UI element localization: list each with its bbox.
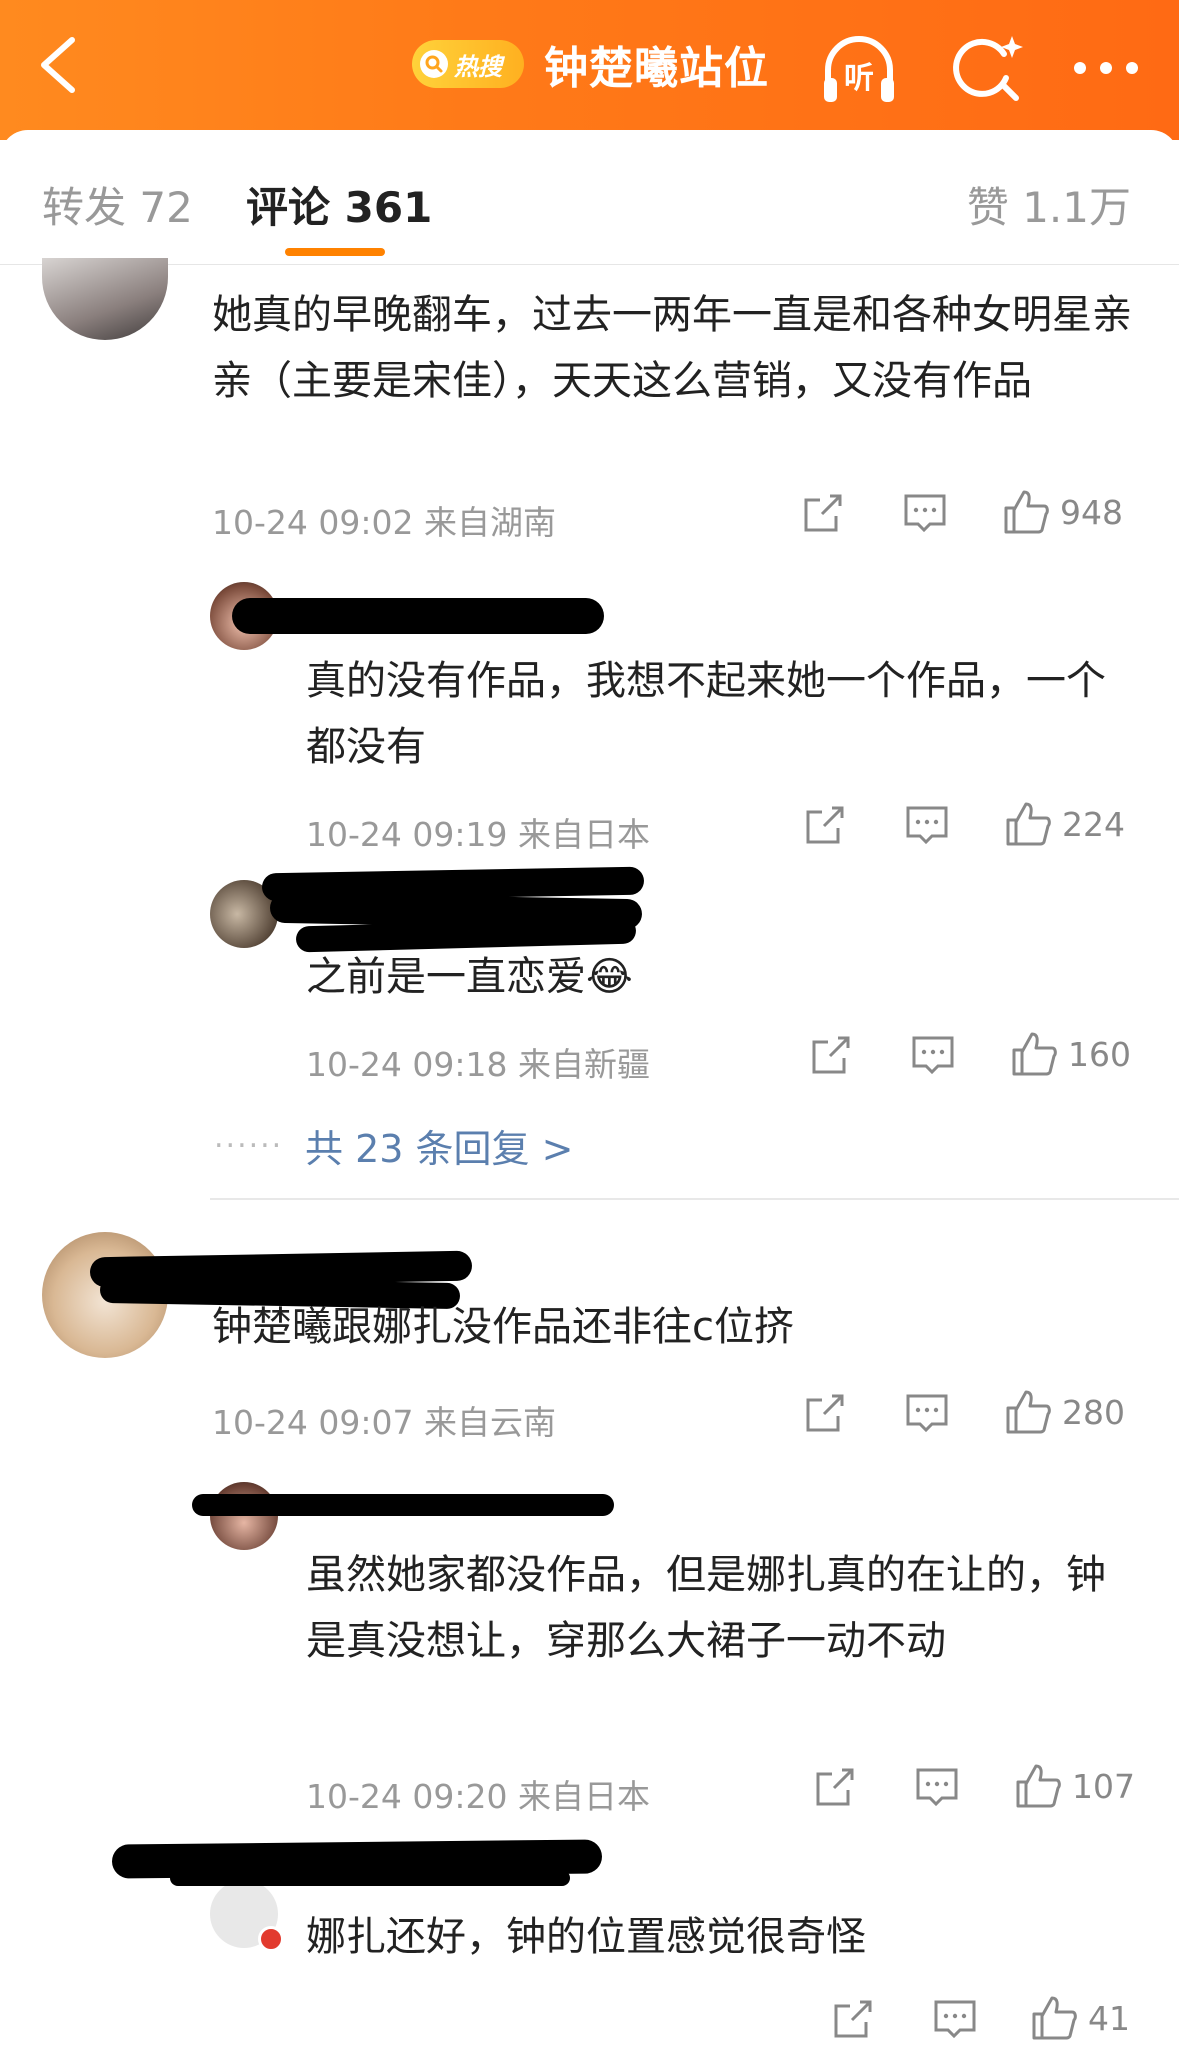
reply-time: 10-24 09:18 bbox=[306, 1045, 508, 1084]
page-title: 钟楚曦站位 bbox=[544, 43, 769, 94]
share-icon bbox=[834, 2000, 872, 2038]
comment-meta: 10-24 09:02 来自湖南 bbox=[212, 496, 556, 544]
redacted-username bbox=[232, 598, 604, 634]
reply-meta: 10-24 09:18 来自新疆 bbox=[306, 1038, 650, 1086]
back-arrow-icon[interactable] bbox=[30, 30, 90, 100]
hot-search-label: 热搜 bbox=[454, 52, 502, 81]
share-icon bbox=[804, 494, 842, 532]
reply-location: 来自新疆 bbox=[517, 1045, 650, 1084]
reply-button[interactable] bbox=[914, 1764, 960, 1810]
thumbs-up-icon bbox=[1006, 1390, 1051, 1434]
more-dots: ...... bbox=[214, 1120, 284, 1155]
comment-time: 10-24 09:02 bbox=[212, 503, 414, 542]
redacted-username bbox=[170, 1870, 570, 1886]
active-tab-indicator bbox=[285, 248, 385, 256]
share-button[interactable] bbox=[812, 1764, 858, 1810]
share-button[interactable] bbox=[800, 490, 846, 536]
thumbs-up-icon bbox=[1004, 490, 1049, 534]
search-icon bbox=[420, 50, 448, 78]
thumbs-up-icon bbox=[1006, 802, 1051, 846]
search-sparkle-icon[interactable] bbox=[948, 28, 1030, 108]
top-bar: 热搜 钟楚曦站位 听 bbox=[0, 0, 1179, 140]
like-button[interactable]: 160 bbox=[1010, 1030, 1131, 1078]
like-count: 224 bbox=[1062, 804, 1125, 844]
thumbs-up-icon bbox=[1032, 1996, 1077, 2040]
share-button[interactable] bbox=[808, 1032, 854, 1078]
reply-text: 娜扎还好，钟的位置感觉很奇怪 bbox=[306, 1914, 866, 1960]
comment-icon bbox=[906, 1394, 948, 1433]
like-count: 107 bbox=[1072, 1766, 1135, 1806]
comment-divider bbox=[210, 1198, 1179, 1200]
share-icon bbox=[806, 1394, 844, 1432]
avatar[interactable] bbox=[210, 1482, 278, 1550]
reply-text: 虽然她家都没作品，但是娜扎真的在让的，钟是真没想让，穿那么大裙子一动不动 bbox=[306, 1552, 1106, 1664]
comment-icon bbox=[906, 806, 948, 845]
comment-icon bbox=[904, 494, 946, 533]
comment-text: 钟楚曦跟娜扎没作品还非往c位挤 bbox=[212, 1304, 794, 1350]
reply-meta: 10-24 09:19 来自日本 bbox=[306, 808, 650, 856]
reply-time: 10-24 09:20 bbox=[306, 1777, 508, 1816]
user-badge-icon bbox=[258, 1926, 284, 1952]
reply-location: 来自日本 bbox=[517, 815, 650, 854]
tab-likes[interactable]: 赞 1.1万 bbox=[967, 174, 1131, 235]
like-button[interactable]: 224 bbox=[1004, 800, 1125, 848]
reply-button[interactable] bbox=[910, 1032, 956, 1078]
reply-button[interactable] bbox=[904, 802, 950, 848]
share-icon bbox=[816, 1768, 854, 1806]
like-count: 280 bbox=[1062, 1392, 1125, 1432]
like-count: 41 bbox=[1088, 1998, 1130, 2038]
share-icon bbox=[806, 806, 844, 844]
comment-icon bbox=[912, 1036, 954, 1075]
reply-meta: 10-24 09:20 来自日本 bbox=[306, 1770, 650, 1818]
laughing-crying-emoji-icon: 😂 bbox=[586, 954, 633, 1000]
reply-location: 来自日本 bbox=[517, 1777, 650, 1816]
share-button[interactable] bbox=[830, 1996, 876, 2042]
comment-meta: 10-24 09:07 来自云南 bbox=[212, 1396, 556, 1444]
share-button[interactable] bbox=[802, 1390, 848, 1436]
like-button[interactable]: 107 bbox=[1014, 1762, 1135, 1810]
comment-text: 她真的早晚翻车，过去一两年一直是和各种女明星亲亲（主要是宋佳），天天这么营销，又… bbox=[212, 292, 1132, 404]
like-count: 948 bbox=[1060, 492, 1123, 532]
reply-text: 真的没有作品，我想不起来她一个作品，一个都没有 bbox=[306, 658, 1106, 770]
like-count: 160 bbox=[1068, 1034, 1131, 1074]
reply-time: 10-24 09:19 bbox=[306, 815, 508, 854]
share-icon bbox=[812, 1036, 850, 1074]
more-icon[interactable] bbox=[1064, 28, 1154, 108]
like-button[interactable]: 41 bbox=[1030, 1994, 1130, 2042]
reply-button[interactable] bbox=[902, 490, 948, 536]
tab-bar: 转发 72 评论 361 赞 1.1万 bbox=[0, 130, 1179, 262]
reply-text-content: 之前是一直恋爱 bbox=[306, 954, 586, 1000]
hot-search-badge[interactable]: 热搜 bbox=[412, 40, 524, 88]
tab-divider bbox=[0, 264, 1179, 265]
listen-headphones-icon[interactable]: 听 bbox=[818, 28, 900, 108]
comment-location: 来自云南 bbox=[423, 1403, 556, 1442]
reply-button[interactable] bbox=[932, 1996, 978, 2042]
reply-text: 之前是一直恋爱😂 bbox=[306, 944, 1136, 1010]
view-more-replies-link[interactable]: 共 23 条回复 > bbox=[305, 1118, 573, 1173]
comment-icon bbox=[934, 2000, 976, 2039]
like-button[interactable]: 280 bbox=[1004, 1388, 1125, 1436]
share-button[interactable] bbox=[802, 802, 848, 848]
comment-time: 10-24 09:07 bbox=[212, 1403, 414, 1442]
thumbs-up-icon bbox=[1012, 1032, 1057, 1076]
tab-repost[interactable]: 转发 72 bbox=[42, 174, 193, 235]
thumbs-up-icon bbox=[1016, 1764, 1061, 1808]
comment-icon bbox=[916, 1768, 958, 1807]
like-button[interactable]: 948 bbox=[1002, 488, 1123, 536]
listen-label: 听 bbox=[844, 61, 874, 96]
reply-button[interactable] bbox=[904, 1390, 950, 1436]
comment-location: 来自湖南 bbox=[423, 503, 556, 542]
tab-comments[interactable]: 评论 361 bbox=[246, 174, 432, 235]
redacted-username bbox=[192, 1494, 614, 1516]
